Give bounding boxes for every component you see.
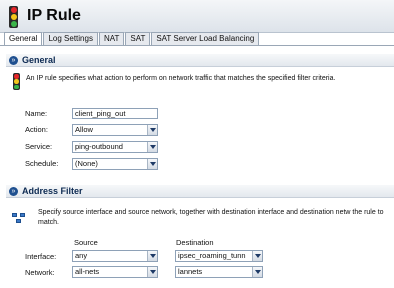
tab-sat[interactable]: SAT	[125, 32, 151, 45]
general-section-header[interactable]: » General	[6, 54, 394, 67]
service-select[interactable]: ping-outbound	[72, 141, 158, 153]
source-network-value: all-nets	[75, 267, 100, 276]
schedule-label: Schedule:	[25, 159, 59, 168]
schedule-select[interactable]: (None)	[72, 158, 158, 170]
chevron-down-icon[interactable]	[147, 251, 157, 261]
general-section-title: General	[22, 55, 56, 65]
source-interface-select[interactable]: any	[72, 250, 158, 262]
name-input[interactable]: client_ping_out	[72, 108, 158, 119]
source-column-header: Source	[74, 238, 98, 247]
destination-interface-select[interactable]: ipsec_roaming_tunn	[175, 250, 263, 262]
destination-interface-value: ipsec_roaming_tunn	[178, 251, 246, 260]
source-interface-value: any	[75, 251, 88, 260]
service-value: ping-outbound	[75, 142, 123, 151]
collapse-arrow-icon[interactable]: »	[9, 187, 18, 196]
tab-general[interactable]: General	[4, 32, 43, 46]
tab-bar: General Log Settings NAT SAT SAT Server …	[4, 32, 260, 46]
tab-sat-server-load-balancing[interactable]: SAT Server Load Balancing	[151, 32, 260, 45]
chevron-down-icon[interactable]	[147, 159, 157, 169]
tab-log-settings[interactable]: Log Settings	[43, 32, 98, 45]
network-label: Network:	[25, 268, 55, 277]
tab-divider	[0, 45, 394, 46]
interface-label: Interface:	[25, 252, 57, 261]
traffic-light-icon	[9, 6, 18, 28]
address-filter-description: Specify source interface and source netw…	[38, 209, 384, 226]
network-icon	[12, 213, 26, 224]
action-value: Allow	[75, 125, 93, 134]
action-select[interactable]: Allow	[72, 124, 158, 136]
destination-column-header: Destination	[176, 238, 214, 247]
destination-network-select[interactable]: lannets	[175, 266, 263, 278]
destination-network-value: lannets	[178, 267, 203, 276]
traffic-light-icon	[13, 73, 20, 90]
action-label: Action:	[25, 125, 48, 134]
chevron-down-icon[interactable]	[147, 125, 157, 135]
chevron-down-icon[interactable]	[147, 267, 157, 277]
schedule-value: (None)	[75, 159, 98, 168]
page-title: IP Rule	[27, 7, 81, 24]
tab-nat[interactable]: NAT	[98, 32, 125, 45]
address-filter-section-title: Address Filter	[22, 186, 83, 196]
source-network-select[interactable]: all-nets	[72, 266, 158, 278]
chevron-down-icon[interactable]	[147, 142, 157, 152]
chevron-down-icon[interactable]	[252, 267, 262, 277]
address-filter-section-header[interactable]: » Address Filter	[6, 185, 394, 198]
collapse-arrow-icon[interactable]: »	[9, 56, 18, 65]
general-description: An IP rule specifies what action to perf…	[26, 75, 336, 82]
name-label: Name:	[25, 109, 48, 118]
page-header: IP Rule	[0, 0, 394, 33]
service-label: Service:	[25, 142, 53, 151]
chevron-down-icon[interactable]	[252, 251, 262, 261]
